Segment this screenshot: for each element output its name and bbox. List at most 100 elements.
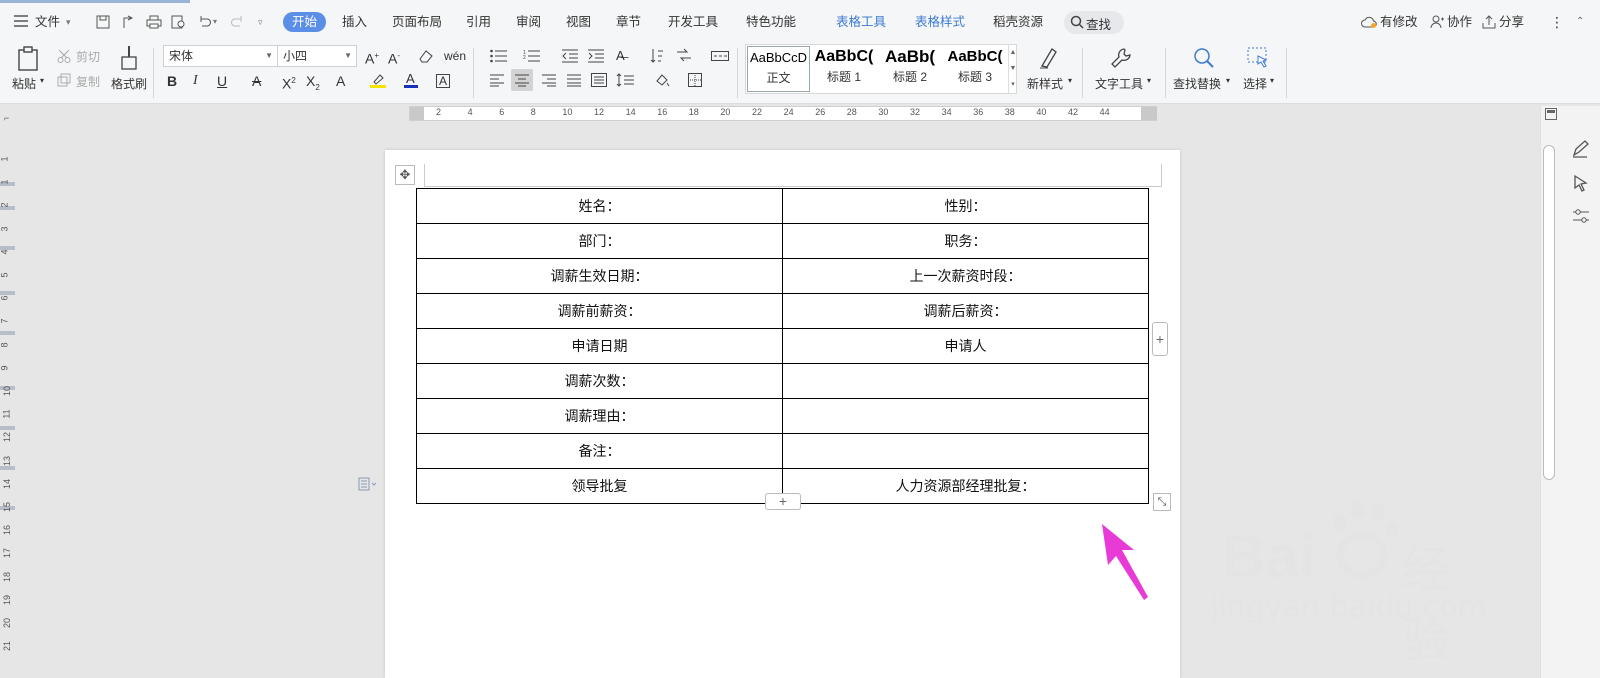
select-button[interactable]: 选择 xyxy=(1243,75,1267,92)
table-cell[interactable]: 调薪生效日期： xyxy=(416,258,783,294)
justify-icon[interactable] xyxy=(567,74,581,90)
tab-chapter[interactable]: 章节 xyxy=(616,11,641,33)
increase-font-size-icon[interactable]: A+ xyxy=(365,46,379,67)
table-cell[interactable]: 调薪次数： xyxy=(416,363,783,399)
export-icon[interactable] xyxy=(121,15,135,32)
wrench-icon[interactable] xyxy=(1110,46,1134,73)
align-center-button[interactable] xyxy=(511,69,533,91)
collaborate-button[interactable]: 协作 xyxy=(1447,11,1472,33)
table-cell[interactable]: 人力资源部经理批复： xyxy=(782,468,1149,504)
italic-icon[interactable]: I xyxy=(193,71,198,91)
tab-references[interactable]: 引用 xyxy=(466,11,491,33)
tab-home[interactable]: 开始 xyxy=(283,12,327,32)
text-tools-button[interactable]: 文字工具 xyxy=(1095,75,1143,92)
underline-icon[interactable]: U xyxy=(217,71,227,91)
paragraph-mark-icon[interactable] xyxy=(358,477,378,494)
tab-insert[interactable]: 插入 xyxy=(342,11,367,33)
add-user-icon[interactable] xyxy=(1430,15,1444,32)
cloud-sync-icon[interactable] xyxy=(1361,15,1377,31)
vertical-scrollbar[interactable] xyxy=(1543,145,1555,480)
sort-icon[interactable] xyxy=(650,48,664,67)
chevron-down-icon[interactable]: ▾ xyxy=(1147,76,1151,85)
bullet-list-icon[interactable] xyxy=(490,49,508,66)
tab-page-layout[interactable]: 页面布局 xyxy=(392,11,442,33)
character-border-icon[interactable]: A xyxy=(436,74,450,88)
superscript-icon[interactable]: X2 xyxy=(282,71,296,92)
share-icon[interactable] xyxy=(1482,15,1496,32)
find-replace-icon[interactable] xyxy=(1192,46,1216,73)
text-effect-icon[interactable]: A xyxy=(336,71,345,91)
distributed-align-icon[interactable] xyxy=(591,73,607,90)
style-heading-2[interactable]: AaBb( 标题 2 xyxy=(878,46,942,92)
styles-scroll[interactable]: ▲ ▼ ▾ xyxy=(1008,45,1017,93)
borders-icon[interactable] xyxy=(688,73,702,90)
table-cell[interactable]: 职务： xyxy=(782,223,1149,259)
align-left-icon[interactable] xyxy=(490,74,504,90)
format-painter-button[interactable]: 格式刷 xyxy=(111,75,147,92)
highlight-icon[interactable] xyxy=(370,73,386,92)
tab-table-style[interactable]: 表格样式 xyxy=(915,11,965,33)
style-heading-3[interactable]: AaBbC( 标题 3 xyxy=(943,46,1007,92)
horizontal-ruler[interactable]: 2 4 6 8 10 12 14 16 18 20 22 24 26 28 30 32 34 36 38 40 42 44 xyxy=(409,106,1157,121)
font-name-select[interactable]: 宋体 ▼ xyxy=(163,45,278,67)
paragraph-spacing-icon[interactable] xyxy=(616,73,634,90)
select-icon[interactable] xyxy=(1246,46,1270,73)
file-menu[interactable]: 文件 xyxy=(35,11,60,33)
share-button[interactable]: 分享 xyxy=(1499,11,1524,33)
hamburger-menu-icon[interactable] xyxy=(14,15,28,30)
tab-docer-resources[interactable]: 稻壳资源 xyxy=(993,11,1043,33)
settings-sliders-icon[interactable] xyxy=(1572,208,1590,227)
chevron-down-icon[interactable]: ▾ xyxy=(1270,76,1274,85)
chevron-down-icon[interactable]: ▾ xyxy=(66,11,71,33)
search-box[interactable]: 查找 xyxy=(1064,11,1124,34)
new-style-button[interactable]: 新样式 xyxy=(1027,75,1063,92)
subscript-icon[interactable]: X2 xyxy=(306,71,320,92)
table-cell[interactable]: 调薪后薪资： xyxy=(782,293,1149,329)
modified-status[interactable]: 有修改 xyxy=(1380,11,1418,33)
add-column-button[interactable]: + xyxy=(1152,322,1168,356)
table-cell[interactable]: 备注： xyxy=(416,433,783,469)
table-resize-handle[interactable]: ⤡ xyxy=(1153,493,1171,511)
data-table[interactable]: 姓名： 性别： 部门： 职务： 调薪生效日期： 上一次薪资时段： 调薪前薪资： 调薪后薪资：申… xyxy=(416,188,1149,504)
strikethrough-icon[interactable]: A xyxy=(252,71,261,91)
clear-format-icon[interactable] xyxy=(418,49,434,66)
table-cell[interactable]: 调薪前薪资： xyxy=(416,293,783,329)
format-painter-icon[interactable] xyxy=(118,45,140,74)
align-right-icon[interactable] xyxy=(542,74,556,90)
cursor-select-icon[interactable] xyxy=(1573,174,1589,195)
style-heading-1[interactable]: AaBbC( 标题 1 xyxy=(812,46,876,92)
add-row-button[interactable]: + xyxy=(765,493,801,510)
table-cell[interactable]: 申请人 xyxy=(782,328,1149,364)
table-move-handle[interactable]: ✥ xyxy=(395,165,415,185)
table-cell[interactable]: 上一次薪资时段： xyxy=(782,258,1149,294)
customize-toolbar-icon[interactable]: ▿ xyxy=(258,11,263,33)
numbered-list-icon[interactable]: 12 xyxy=(523,49,541,66)
paste-button[interactable]: 粘贴 xyxy=(12,75,36,92)
table-cell[interactable] xyxy=(782,398,1149,434)
more-options-icon[interactable]: ⋮ xyxy=(1550,11,1564,33)
tab-stops-icon[interactable] xyxy=(711,50,729,64)
find-replace-button[interactable]: 查找替换 xyxy=(1173,75,1221,92)
chinese-layout-icon[interactable]: A̶ xyxy=(616,46,625,66)
print-icon[interactable] xyxy=(146,15,162,32)
table-cell[interactable]: 领导批复 xyxy=(416,468,783,504)
table-cell[interactable]: 性别： xyxy=(782,188,1149,224)
decrease-font-size-icon[interactable]: A- xyxy=(388,46,400,67)
tab-review[interactable]: 审阅 xyxy=(516,11,541,33)
table-cell[interactable]: 部门： xyxy=(416,223,783,259)
increase-indent-icon[interactable] xyxy=(588,49,604,66)
copy-icon[interactable] xyxy=(57,73,71,90)
collapse-ribbon-icon[interactable]: ⌃ xyxy=(1576,11,1584,33)
chevron-down-icon[interactable]: ▾ xyxy=(1068,76,1072,85)
undo-icon[interactable] xyxy=(197,15,211,32)
pen-icon[interactable] xyxy=(1571,140,1589,161)
tab-view[interactable]: 视图 xyxy=(566,11,591,33)
table-cell[interactable]: 姓名： xyxy=(416,188,783,224)
undo-dropdown-icon[interactable]: ▾ xyxy=(213,11,217,33)
table-cell[interactable] xyxy=(782,433,1149,469)
sidebar-toggle-icon[interactable] xyxy=(1545,108,1557,123)
table-cell[interactable]: 申请日期 xyxy=(416,328,783,364)
tab-table-tools[interactable]: 表格工具 xyxy=(836,11,886,33)
paste-icon[interactable] xyxy=(16,46,42,75)
vertical-ruler[interactable]: 1 1 2 3 4 5 6 7 8 9 10 11 12 13 14 15 16 17 18 19 20 21 xyxy=(0,124,15,678)
